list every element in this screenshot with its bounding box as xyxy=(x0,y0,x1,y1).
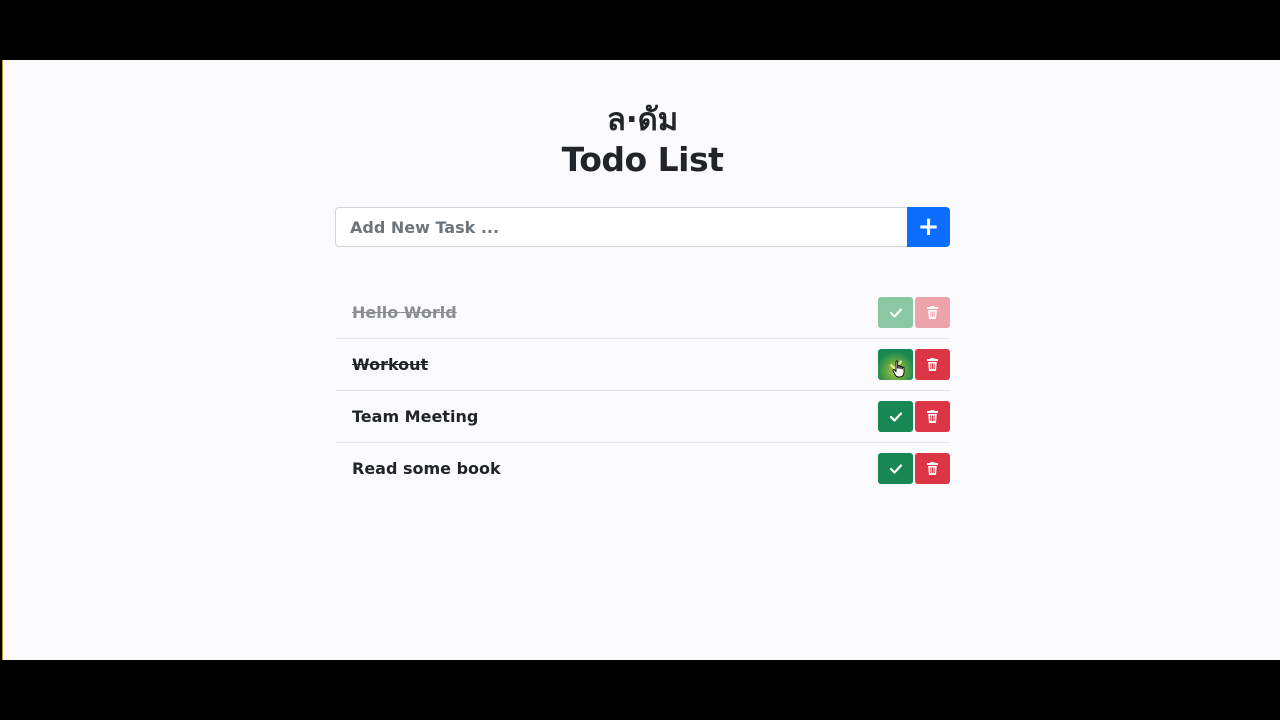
complete-task-button[interactable] xyxy=(878,349,913,380)
new-task-input[interactable] xyxy=(335,207,907,247)
delete-task-button[interactable] xyxy=(915,401,950,432)
trash-icon xyxy=(927,462,938,475)
add-task-button[interactable]: + xyxy=(907,207,950,247)
page-title: Todo List xyxy=(561,140,724,179)
task-label: Team Meeting xyxy=(352,407,479,426)
check-icon xyxy=(889,411,902,422)
brand-logo-text: ล·ดัม xyxy=(606,102,679,138)
browser-viewport: ล·ดัม Todo List + Hello World xyxy=(2,60,1280,660)
task-label: Hello World xyxy=(352,303,457,322)
task-item: Team Meeting xyxy=(335,391,950,443)
screen: ล·ดัม Todo List + Hello World xyxy=(0,0,1280,720)
plus-icon: + xyxy=(917,212,940,242)
check-icon xyxy=(889,359,902,370)
delete-task-button[interactable] xyxy=(915,297,950,328)
task-item: Workout xyxy=(335,339,950,391)
task-item: Read some book xyxy=(335,443,950,495)
complete-task-button[interactable] xyxy=(878,453,913,484)
task-item: Hello World xyxy=(335,287,950,339)
delete-task-button[interactable] xyxy=(915,349,950,380)
task-list: Hello World Workout Team Meeting Read so… xyxy=(335,287,950,495)
task-label: Workout xyxy=(352,355,429,374)
trash-icon xyxy=(927,358,938,371)
complete-task-button[interactable] xyxy=(878,297,913,328)
trash-icon xyxy=(927,410,938,423)
trash-icon xyxy=(927,306,938,319)
add-task-form: + xyxy=(335,207,950,247)
delete-task-button[interactable] xyxy=(915,453,950,484)
complete-task-button[interactable] xyxy=(878,401,913,432)
check-icon xyxy=(889,307,902,318)
task-label: Read some book xyxy=(352,459,501,478)
check-icon xyxy=(889,463,902,474)
